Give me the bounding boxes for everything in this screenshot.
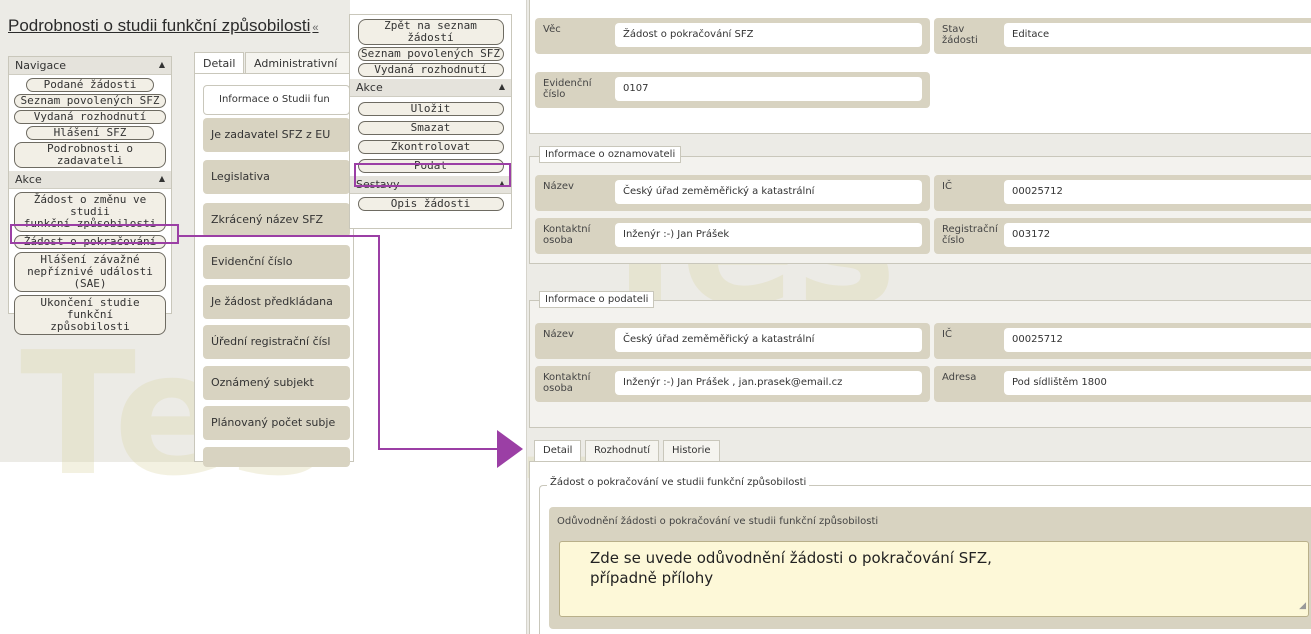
oz-ic-value[interactable]: 00025712 bbox=[1004, 180, 1311, 204]
row-po-ic: IČ 00025712 bbox=[934, 323, 1311, 359]
row-po-nazev: Název Český úřad zeměměřický a katastrál… bbox=[535, 323, 930, 359]
field-evidencni-cislo: Evidenční číslo bbox=[203, 245, 350, 279]
field-oznameny-subjekt: Oznámený subjekt bbox=[203, 366, 350, 400]
oduvodneni-textarea[interactable]: Zde se uvede odůvodnění žádosti o pokrač… bbox=[559, 541, 1309, 617]
row-oz-kontakt: Kontaktní osoba Inženýr :-) Jan Prášek bbox=[535, 218, 930, 254]
info-fieldset: Informace o Studii fun bbox=[203, 85, 350, 115]
row-po-kontakt: Kontaktní osoba Inženýr :-) Jan Prášek , … bbox=[535, 366, 930, 402]
main-screen: Tes Tes Věc Žádost o pokračování SFZ Sta… bbox=[526, 0, 1311, 634]
collapse-triangle-icon[interactable]: ▲ bbox=[159, 174, 165, 183]
link-vydana-rozhodnuti[interactable]: Vydaná rozhodnutí bbox=[357, 63, 504, 77]
action-panel: Zpět na seznam žádostí Seznam povolených… bbox=[349, 14, 512, 229]
po-adresa-value[interactable]: Pod sídlištěm 1800 bbox=[1004, 371, 1311, 395]
po-nazev-value[interactable]: Český úřad zeměměřický a katastrální bbox=[615, 328, 922, 352]
zadost-legend: Žádost o pokračování ve studii funkční z… bbox=[547, 477, 810, 488]
tab-rozhodnuti[interactable]: Rozhodnutí bbox=[585, 440, 660, 462]
collapse-triangle-icon[interactable]: ▲ bbox=[499, 82, 505, 91]
field-legislativa: Legislativa bbox=[203, 160, 350, 194]
field-zkraceny-nazev: Zkrácený název SFZ bbox=[203, 203, 350, 237]
row-stav: Stav žádosti Editace bbox=[934, 18, 1311, 54]
navigation-header[interactable]: Navigace ▲ bbox=[9, 57, 171, 75]
nav-seznam-povolenych-sfz[interactable]: Seznam povolených SFZ bbox=[14, 94, 166, 108]
collapse-triangle-icon[interactable]: ▲ bbox=[159, 60, 165, 69]
podatel-legend: Informace o podateli bbox=[539, 291, 655, 308]
oz-registracni-value[interactable]: 003172 bbox=[1004, 223, 1311, 247]
tab-administrativni[interactable]: Administrativní bbox=[245, 52, 355, 74]
row-evidencni-cislo: Evidenční číslo 0107 bbox=[535, 72, 930, 108]
stav-value[interactable]: Editace bbox=[1004, 23, 1311, 47]
row-vec: Věc Žádost o pokračování SFZ bbox=[535, 18, 930, 54]
ulozit-button[interactable]: Uložit bbox=[357, 102, 504, 116]
field-planovany-pocet: Plánovaný počet subje bbox=[203, 406, 350, 440]
nav-hlaseni-sfz[interactable]: Hlášení SFZ bbox=[26, 126, 154, 140]
evidencni-cislo-value[interactable]: 0107 bbox=[615, 77, 922, 101]
link-seznam-povolenych-sfz[interactable]: Seznam povolených SFZ bbox=[357, 47, 504, 61]
tab-historie[interactable]: Historie bbox=[663, 440, 720, 462]
field-zadavatel-eu: Je zadavatel SFZ z EU bbox=[203, 118, 350, 152]
nav-vydana-rozhodnuti[interactable]: Vydaná rozhodnutí bbox=[14, 110, 166, 124]
highlight-podat bbox=[354, 163, 511, 187]
collapse-icon[interactable]: « bbox=[312, 22, 318, 34]
nav-podrobnosti-o-zadavateli[interactable]: Podrobnosti o zadavateli bbox=[14, 142, 166, 168]
oduvodneni-block: Odůvodnění žádosti o pokračování ve stud… bbox=[549, 507, 1311, 629]
page-title: Podrobnosti o studii funkční způsobilost… bbox=[8, 16, 319, 35]
tab-detail[interactable]: Detail bbox=[194, 52, 245, 74]
field-partial bbox=[203, 447, 350, 467]
arrow-head-icon bbox=[497, 430, 523, 468]
field-zadost-predkladana: Je žádost předkládana bbox=[203, 285, 350, 319]
action-ukonceni-studie[interactable]: Ukončení studie funkční způsobilosti bbox=[14, 295, 166, 335]
resize-handle-icon[interactable]: ◢ bbox=[1299, 596, 1306, 616]
row-oz-ic: IČ 00025712 bbox=[934, 175, 1311, 211]
po-ic-value[interactable]: 00025712 bbox=[1004, 328, 1311, 352]
row-po-adresa: Adresa Pod sídlištěm 1800 bbox=[934, 366, 1311, 402]
opis-zadosti-button[interactable]: Opis žádosti bbox=[357, 197, 504, 211]
actions-header[interactable]: Akce ▲ bbox=[9, 171, 171, 189]
tab-detail-bottom[interactable]: Detail bbox=[534, 440, 582, 462]
oznamovatel-legend: Informace o oznamovateli bbox=[539, 146, 682, 163]
nav-podane-zadosti[interactable]: Podané žádosti bbox=[26, 78, 154, 92]
akce-header[interactable]: Akce ▲ bbox=[350, 79, 511, 97]
oduvodneni-label: Odůvodnění žádosti o pokračování ve stud… bbox=[557, 516, 879, 527]
field-uredni-registracni-cislo: Úřední registrační čísl bbox=[203, 325, 350, 359]
oz-kontakt-value[interactable]: Inženýr :-) Jan Prášek bbox=[615, 223, 922, 247]
navigation-panel: Navigace ▲ Podané žádosti Seznam povolený… bbox=[8, 56, 172, 335]
highlight-zadost-o-pokracovani bbox=[10, 224, 179, 244]
po-kontakt-value[interactable]: Inženýr :-) Jan Prášek , jan.prasek@emai… bbox=[615, 371, 922, 395]
link-zpet-na-seznam[interactable]: Zpět na seznam žádostí bbox=[357, 19, 504, 45]
smazat-button[interactable]: Smazat bbox=[357, 121, 504, 135]
row-oz-nazev: Název Český úřad zeměměřický a katastrál… bbox=[535, 175, 930, 211]
row-oz-registracni: Registrační číslo 003172 bbox=[934, 218, 1311, 254]
podatel-section bbox=[529, 300, 1311, 428]
vec-value[interactable]: Žádost o pokračování SFZ bbox=[615, 23, 922, 47]
oz-nazev-value[interactable]: Český úřad zeměměřický a katastrální bbox=[615, 180, 922, 204]
zkontrolovat-button[interactable]: Zkontrolovat bbox=[357, 140, 504, 154]
action-hlaseni-sae[interactable]: Hlášení závažné nepříznivé události (SAE… bbox=[14, 252, 166, 292]
